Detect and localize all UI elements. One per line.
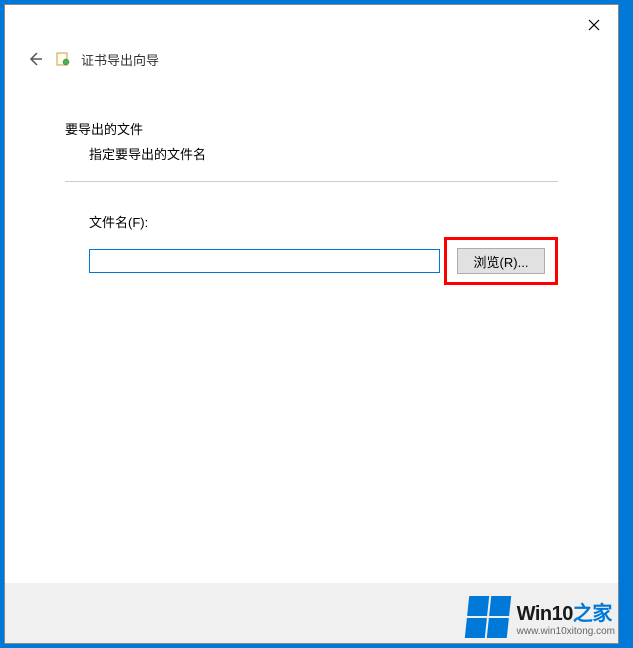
file-row: 浏览(R)...	[89, 237, 558, 285]
watermark: Win10之家 www.win10xitong.com	[467, 596, 615, 638]
browse-button[interactable]: 浏览(R)...	[457, 248, 545, 274]
back-arrow-icon	[26, 50, 44, 68]
watermark-url: www.win10xitong.com	[517, 626, 615, 637]
section-description: 指定要导出的文件名	[65, 144, 558, 163]
header: 证书导出向导	[5, 41, 618, 69]
back-button[interactable]	[25, 49, 45, 69]
titlebar	[5, 5, 618, 41]
certificate-icon	[55, 51, 71, 67]
section-heading: 要导出的文件	[65, 119, 558, 138]
filename-label: 文件名(F):	[89, 212, 558, 231]
windows-logo-icon	[464, 596, 510, 638]
wizard-title: 证书导出向导	[81, 50, 159, 69]
form-area: 文件名(F): 浏览(R)...	[65, 182, 558, 285]
filename-input[interactable]	[89, 249, 440, 273]
wizard-window: 证书导出向导 要导出的文件 指定要导出的文件名 文件名(F): 浏览(R)...	[4, 4, 619, 644]
content-area: 要导出的文件 指定要导出的文件名 文件名(F): 浏览(R)...	[5, 69, 618, 285]
close-button[interactable]	[582, 13, 606, 37]
watermark-brand: Win10之家	[517, 597, 615, 626]
watermark-text: Win10之家 www.win10xitong.com	[517, 597, 615, 637]
close-icon	[588, 19, 600, 31]
highlight-annotation: 浏览(R)...	[444, 237, 558, 285]
